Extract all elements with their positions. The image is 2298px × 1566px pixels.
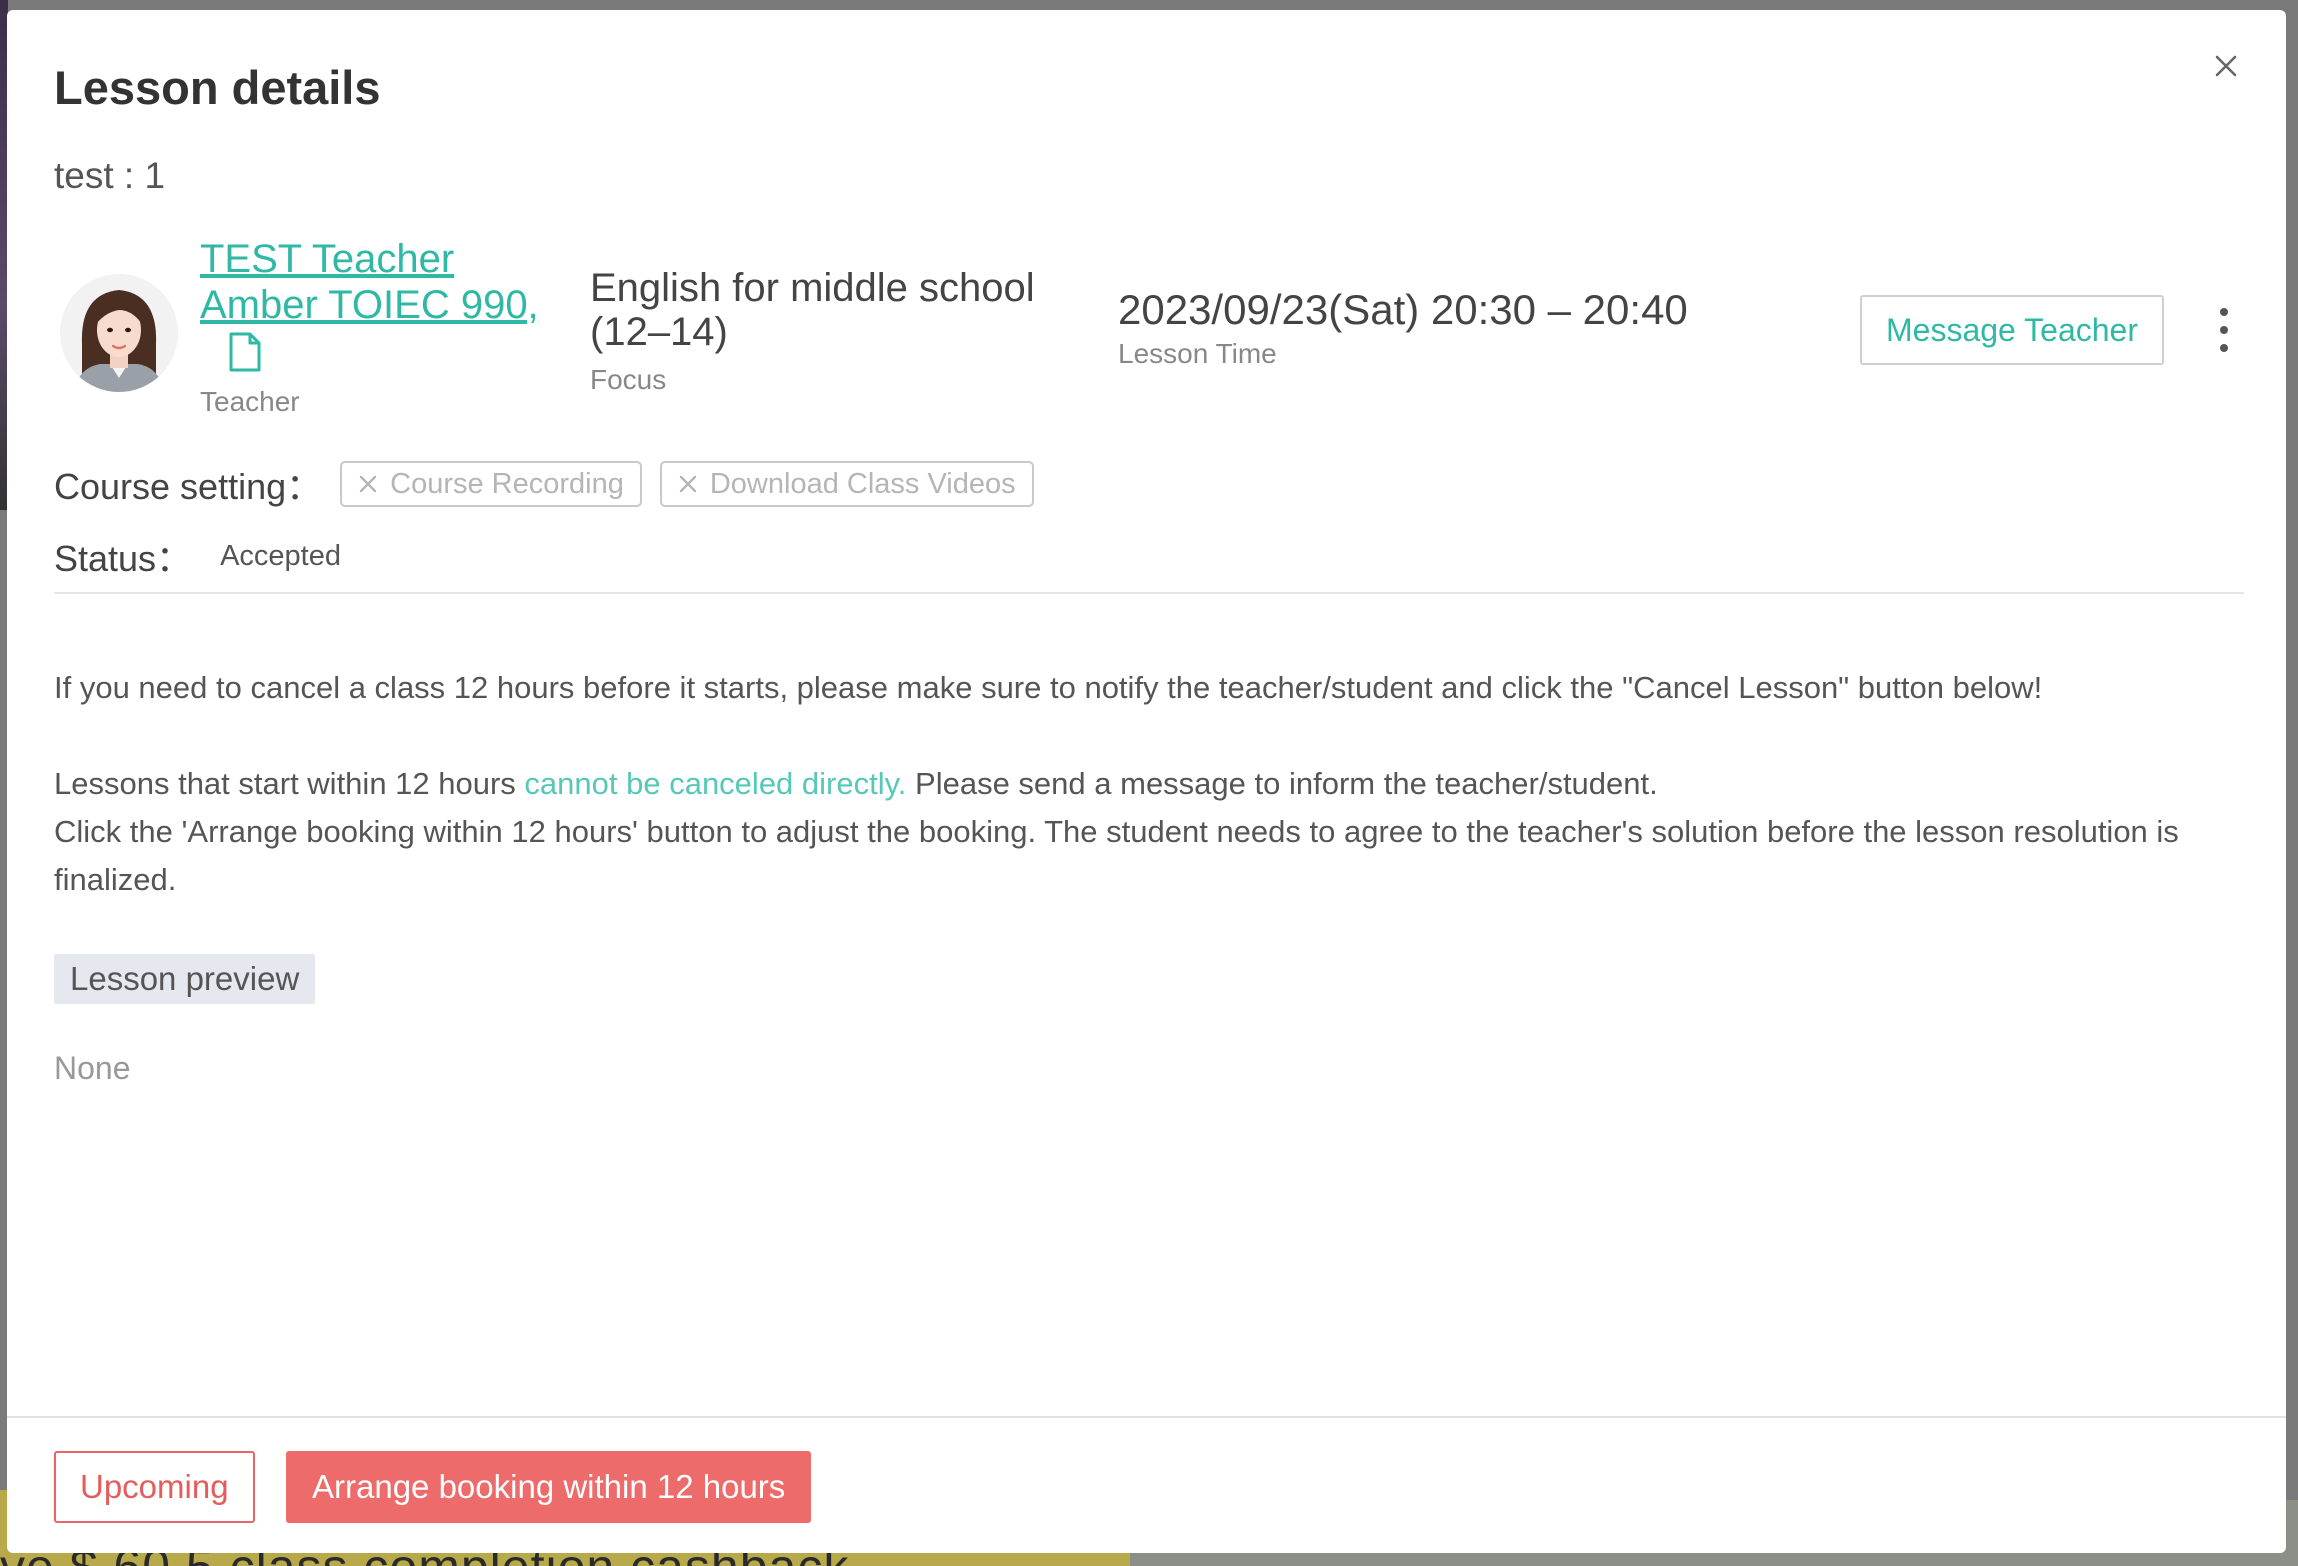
- status-value: Accepted: [220, 539, 341, 572]
- download-class-videos-label: Download Class Videos: [709, 467, 1016, 500]
- kebab-dot: [2220, 308, 2228, 316]
- section-divider: [54, 592, 2244, 594]
- modal-title: Lesson details: [54, 61, 381, 114]
- teacher-avatar-image: [60, 274, 178, 392]
- teacher-avatar[interactable]: [60, 274, 178, 392]
- teacher-profile-doc-button[interactable]: [228, 332, 580, 376]
- status-row: Status： Accepted: [54, 530, 341, 582]
- focus-line1: English for middle school: [590, 266, 1035, 310]
- lesson-details-modal: Lesson details test : 1 TEST Teacher Amb…: [7, 10, 2286, 1553]
- teacher-name-link[interactable]: TEST Teacher Amber TOIEC 990,: [200, 236, 580, 328]
- focus-info: English for middle school (12–14) Focus: [590, 266, 1110, 396]
- upcoming-button[interactable]: Upcoming: [54, 1451, 255, 1523]
- course-recording-tag: Course Recording: [340, 461, 642, 507]
- message-teacher-button[interactable]: Message Teacher: [1860, 295, 2164, 365]
- close-icon: [2215, 55, 2237, 77]
- cannot-cancel-highlight: cannot be canceled directly.: [524, 766, 907, 801]
- close-button[interactable]: [2208, 48, 2244, 84]
- lesson-preview-value: None: [54, 1050, 131, 1086]
- download-class-videos-tag: Download Class Videos: [659, 461, 1034, 507]
- focus-title: English for middle school (12–14): [590, 266, 1110, 354]
- document-icon: [229, 332, 261, 372]
- kebab-dot: [2220, 344, 2228, 352]
- teacher-name-line2: Amber TOIEC 990,: [200, 283, 539, 327]
- teacher-name-line1: TEST Teacher: [200, 237, 455, 281]
- arrange-booking-button[interactable]: Arrange booking within 12 hours: [286, 1451, 812, 1523]
- lesson-time-value: 2023/09/23(Sat) 20:30 – 20:40: [1118, 286, 1688, 333]
- footer-divider: [7, 1416, 2286, 1418]
- arrange-notice: Click the 'Arrange booking within 12 hou…: [54, 814, 2179, 897]
- course-recording-label: Course Recording: [390, 467, 624, 500]
- status-label: Status：: [54, 538, 193, 579]
- disabled-x-icon: [679, 475, 697, 493]
- teacher-info: TEST Teacher Amber TOIEC 990, Teacher: [200, 236, 580, 418]
- within-notice-prefix: Lessons that start within 12 hours: [54, 766, 525, 801]
- within-notice-suffix: Please send a message to inform the teac…: [906, 766, 1658, 801]
- course-setting-label: Course setting：: [54, 466, 323, 507]
- teacher-label: Teacher: [200, 386, 300, 417]
- within-12-hours-notice: Lessons that start within 12 hours canno…: [54, 760, 2226, 904]
- focus-line2: (12–14): [590, 310, 728, 354]
- lesson-preview-label: Lesson preview: [54, 954, 316, 1004]
- lesson-subtitle: test : 1: [54, 155, 166, 196]
- kebab-dot: [2220, 326, 2228, 334]
- course-setting-row: Course setting： Course Recording Downloa…: [54, 458, 1034, 510]
- lesson-time-label: Lesson Time: [1118, 338, 1277, 369]
- disabled-x-icon: [359, 475, 377, 493]
- more-options-icon[interactable]: [2204, 308, 2244, 352]
- lesson-info-row: TEST Teacher Amber TOIEC 990, Teacher En…: [54, 230, 2244, 430]
- cancel-notice: If you need to cancel a class 12 hours b…: [54, 670, 2043, 705]
- focus-label: Focus: [590, 364, 667, 395]
- lesson-time-info: 2023/09/23(Sat) 20:30 – 20:40 Lesson Tim…: [1118, 286, 1688, 370]
